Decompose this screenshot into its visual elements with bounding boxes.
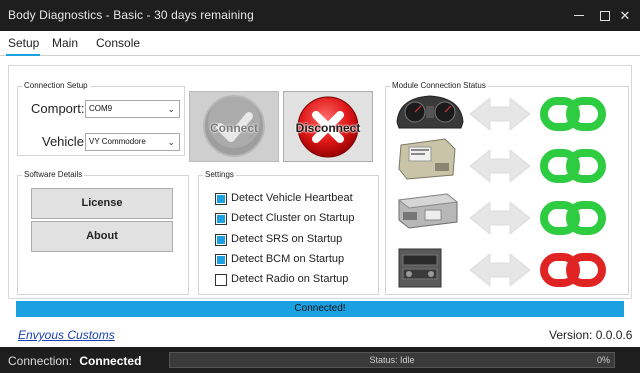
tab-setup[interactable]: Setup: [8, 36, 39, 50]
connection-value: Connected: [79, 354, 142, 368]
about-button[interactable]: About: [31, 221, 173, 252]
bcm-module-icon: [397, 193, 459, 229]
srs-module-icon: [398, 138, 456, 180]
tab-console[interactable]: Console: [96, 36, 140, 50]
checkbox-box: [215, 274, 227, 286]
tab-main[interactable]: Main: [52, 36, 78, 50]
checkbox-box: [215, 234, 227, 246]
bidirectional-arrow-icon: [469, 148, 531, 184]
vehicle-select[interactable]: VY Commodore ⌄: [85, 133, 180, 151]
bidirectional-arrow-icon: [469, 252, 531, 288]
comport-select[interactable]: COM9 ⌄: [85, 100, 180, 118]
bidirectional-arrow-icon: [469, 200, 531, 236]
link-connected-icon: [540, 201, 606, 235]
window-title: Body Diagnostics - Basic - 30 days remai…: [8, 8, 254, 22]
connect-button[interactable]: Connect: [189, 91, 279, 162]
instrument-cluster-icon: [396, 95, 464, 129]
checkbox-box: [215, 254, 227, 266]
module-status-legend: Module Connection Status: [392, 81, 486, 90]
checkbox-label: Detect Radio on Startup: [231, 273, 349, 285]
maximize-icon: [600, 10, 610, 21]
status-percent: 0%: [596, 355, 610, 365]
link-disconnected-icon: [540, 253, 606, 287]
status-text: Status: Idle: [369, 355, 415, 365]
license-button[interactable]: License: [31, 188, 173, 219]
checkbox-box: [215, 193, 227, 205]
connection-setup-legend: Connection Setup: [24, 81, 88, 90]
radio-unit-icon: [398, 248, 442, 288]
status-bar: Connection: Connected Status: Idle 0%: [0, 347, 640, 373]
connection-progress-bar: Connected!: [16, 301, 624, 317]
minimize-icon: [574, 15, 584, 16]
chevron-down-icon: ⌄: [167, 137, 175, 147]
bidirectional-arrow-icon: [469, 96, 531, 132]
vehicle-label: Vehicle:: [42, 134, 88, 149]
connect-label: Connect: [210, 121, 258, 135]
comport-label: Comport:: [31, 101, 85, 116]
checkbox-label: Detect Vehicle Heartbeat: [231, 192, 353, 204]
status-progress-bar: Status: Idle 0%: [169, 352, 615, 368]
vehicle-value: VY Commodore: [89, 137, 146, 146]
checkbox-label: Detect Cluster on Startup: [231, 212, 355, 224]
connection-status: Connection: Connected: [8, 354, 141, 368]
version-label: Version: 0.0.0.6: [549, 328, 633, 342]
checkbox-box: [215, 213, 227, 225]
setup-panel: Connection Setup Comport: COM9 ⌄ Vehicle…: [0, 57, 640, 347]
disconnect-label: Disconnect: [295, 121, 361, 135]
disconnect-button[interactable]: Disconnect: [283, 91, 373, 162]
title-bar: Body Diagnostics - Basic - 30 days remai…: [0, 0, 640, 31]
settings-legend: Settings: [205, 170, 234, 179]
envyous-customs-link[interactable]: Envyous Customs: [18, 328, 115, 342]
close-icon: ✕: [619, 7, 631, 23]
link-connected-icon: [540, 97, 606, 131]
checkbox-label: Detect BCM on Startup: [231, 253, 345, 265]
progress-text: Connected!: [294, 303, 346, 314]
connection-label: Connection:: [8, 354, 73, 368]
chevron-down-icon: ⌄: [167, 104, 175, 114]
link-connected-icon: [540, 149, 606, 183]
tab-bar: Setup Main Console: [0, 31, 640, 56]
software-details-legend: Software Details: [24, 170, 83, 179]
comport-value: COM9: [89, 104, 113, 113]
close-button[interactable]: ✕: [610, 0, 640, 31]
checkbox-label: Detect SRS on Startup: [231, 233, 343, 245]
active-tab-indicator: [6, 54, 40, 56]
